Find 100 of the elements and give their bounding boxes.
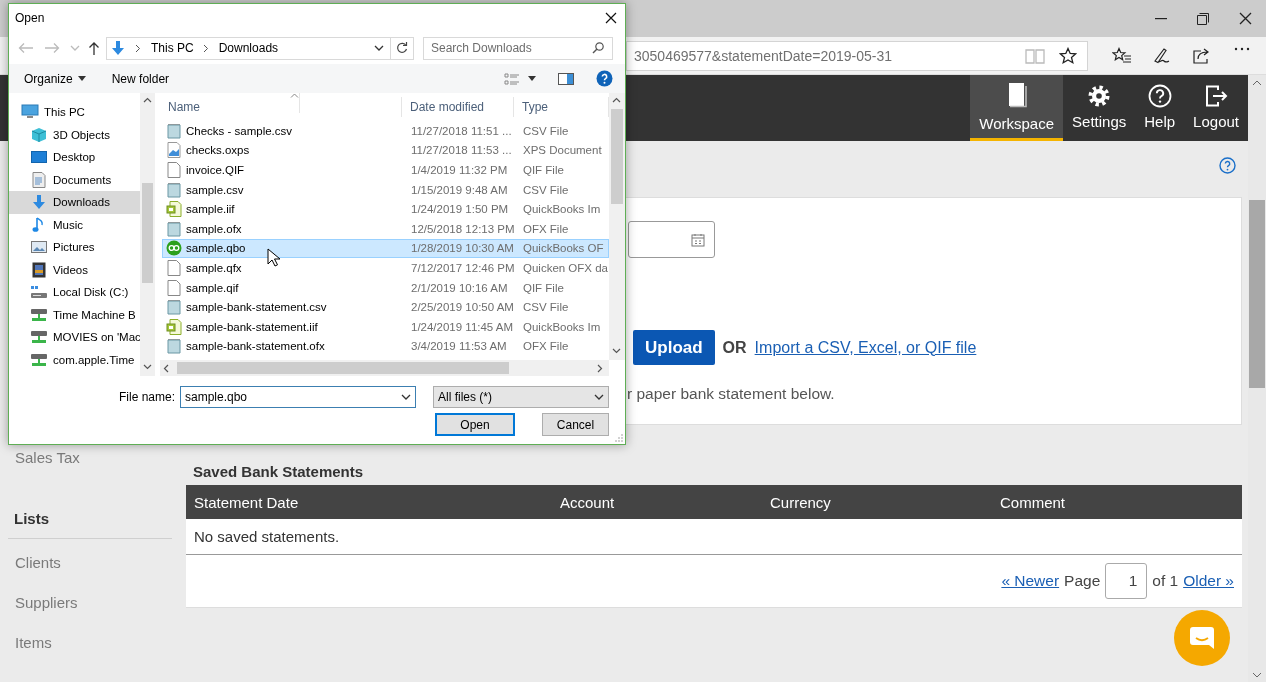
file-row[interactable]: sample.iif 1/24/2019 1:50 PM QuickBooks Im	[162, 199, 609, 219]
dropdown-icon[interactable]	[374, 45, 384, 51]
file-name: sample.csv	[186, 183, 244, 196]
address-bar[interactable]: 3050469577&statementDate=2019-05-31	[626, 40, 1088, 71]
file-name-field[interactable]: sample.qbo	[180, 386, 416, 408]
close-icon[interactable]	[605, 12, 617, 24]
file-row[interactable]: checks.oxps 11/27/2018 11:53 ... XPS Document	[162, 140, 609, 161]
address-bar[interactable]: This PC Downloads	[106, 36, 414, 60]
file-type: QuickBooks Im	[522, 203, 602, 216]
scrollbar[interactable]	[160, 360, 609, 376]
dropdown-icon[interactable]	[594, 394, 604, 400]
page-field[interactable]: 1	[1105, 563, 1148, 599]
minimize-icon[interactable]	[1155, 17, 1167, 20]
pen-icon[interactable]	[1152, 46, 1172, 65]
file-row[interactable]: sample-bank-statement.ofx 3/4/2019 11:53 AM OFX File	[162, 336, 609, 357]
file-type: CSV File	[522, 301, 570, 314]
file-row[interactable]: invoice.QIF 1/4/2019 11:32 PM QIF File	[162, 160, 609, 180]
tree-item[interactable]: com.apple.Time	[9, 348, 141, 371]
scrollbar[interactable]	[140, 93, 155, 376]
scroll-up-icon[interactable]	[1252, 80, 1262, 86]
tree-item[interactable]: MOVIES on 'Mac	[9, 326, 141, 349]
tree-item[interactable]: This PC	[9, 101, 141, 124]
sidebar-item[interactable]: Items	[15, 633, 52, 651]
scroll-down-icon[interactable]	[612, 348, 621, 354]
tree-item[interactable]: Desktop	[9, 146, 141, 169]
tree-item[interactable]: Documents	[9, 168, 141, 191]
search-field[interactable]: Search Downloads	[423, 36, 613, 60]
newer-link[interactable]: « Newer	[1001, 572, 1060, 590]
file-row[interactable]: sample.qfx 7/12/2017 12:46 PM Quicken OFX da	[162, 258, 609, 278]
close-icon[interactable]	[1238, 12, 1252, 25]
scroll-down-icon[interactable]	[143, 364, 153, 370]
sidebar-item[interactable]: Clients	[15, 553, 61, 571]
scroll-thumb[interactable]	[177, 362, 509, 374]
page-label: Page	[1064, 572, 1101, 590]
nav-tab[interactable]: Settings	[1063, 75, 1136, 141]
spreadsheet-file-icon	[165, 201, 183, 218]
calendar-icon[interactable]	[691, 232, 705, 247]
nav-tab[interactable]: Logout	[1184, 75, 1248, 141]
scroll-up-icon[interactable]	[143, 97, 153, 103]
file-row[interactable]: sample.qif 2/1/2019 10:16 AM QIF File	[162, 277, 609, 298]
tree-item[interactable]: Time Machine B	[9, 303, 141, 326]
scroll-thumb[interactable]	[611, 109, 623, 204]
column-header: Currency	[770, 493, 832, 511]
column-header[interactable]: Date modified	[402, 97, 514, 117]
restore-icon[interactable]	[1197, 12, 1209, 25]
scroll-thumb[interactable]	[142, 183, 153, 283]
file-name: sample-bank-statement.iif	[186, 320, 318, 333]
upload-button[interactable]: Upload	[633, 330, 715, 365]
sidebar-item[interactable]: Sales Tax	[15, 448, 80, 466]
favorites-icon[interactable]	[1112, 46, 1132, 65]
breadcrumb[interactable]: This PC	[151, 41, 194, 55]
star-icon[interactable]	[1059, 46, 1077, 65]
tree-item[interactable]: Music	[9, 213, 141, 236]
help-icon[interactable]	[596, 70, 613, 87]
up-arrow-icon[interactable]	[88, 41, 100, 55]
sidebar-item[interactable]: Suppliers	[15, 593, 78, 611]
computer-icon	[21, 104, 39, 121]
file-type: CSV File	[522, 183, 570, 196]
scroll-down-icon[interactable]	[1252, 672, 1262, 678]
column-header[interactable]: Name	[160, 97, 402, 117]
preview-pane-icon[interactable]	[558, 72, 574, 85]
tree-item[interactable]: Local Disk (C:)	[9, 281, 141, 304]
breadcrumb[interactable]: Downloads	[218, 41, 279, 55]
file-row[interactable]: sample.ofx 12/5/2018 12:13 PM OFX File	[162, 218, 609, 239]
dropdown-icon[interactable]	[401, 394, 411, 400]
cancel-button[interactable]: Cancel	[542, 413, 609, 436]
nav-tab[interactable]: Workspace	[970, 75, 1064, 141]
file-name: sample.qif	[186, 281, 239, 294]
file-type: OFX File	[522, 340, 570, 353]
help-icon	[1147, 83, 1172, 108]
scroll-right-icon[interactable]	[597, 364, 603, 373]
older-link[interactable]: Older »	[1183, 572, 1234, 590]
file-row[interactable]: sample-bank-statement.iif 1/24/2019 11:45 AM QuickBooks Im	[162, 316, 609, 337]
file-date: 1/28/2019 10:30 AM	[410, 242, 515, 255]
help-icon[interactable]	[1219, 157, 1236, 175]
search-icon[interactable]	[592, 42, 604, 54]
import-link[interactable]: Import a CSV, Excel, or QIF file	[754, 338, 977, 357]
file-type-dropdown[interactable]: All files (*)	[433, 386, 609, 408]
open-button[interactable]: Open	[435, 413, 515, 436]
date-field[interactable]	[628, 221, 715, 258]
scroll-up-icon[interactable]	[612, 97, 621, 103]
tree-item[interactable]: Downloads	[9, 191, 141, 214]
tree-item[interactable]: Videos	[9, 258, 141, 281]
scroll-left-icon[interactable]	[163, 364, 169, 373]
notepad-icon	[165, 299, 183, 316]
nav-tab[interactable]: Help	[1135, 75, 1185, 141]
file-row[interactable]: sample-bank-statement.csv 2/25/2019 10:50 AM CSV File	[162, 297, 609, 317]
tree-item[interactable]: 3D Objects	[9, 123, 141, 146]
column-header: Account	[560, 493, 616, 511]
resize-grip-icon[interactable]	[615, 434, 623, 442]
file-row[interactable]: sample.qbo 1/28/2019 10:30 AM QuickBooks OF	[162, 238, 609, 259]
dialog-title: Open	[15, 11, 45, 25]
file-row[interactable]: Checks - sample.csv 11/27/2018 11:51 ... CSV File	[162, 121, 609, 141]
file-row[interactable]: sample.csv 1/15/2019 9:48 AM CSV File	[162, 179, 609, 200]
scroll-thumb[interactable]	[1249, 200, 1265, 388]
new-folder-button[interactable]: New folder	[111, 71, 170, 86]
tree-item[interactable]: Pictures	[9, 236, 141, 259]
scrollbar[interactable]	[609, 93, 625, 360]
organize-menu[interactable]: Organize	[24, 71, 86, 86]
instruction-text: r paper bank statement below.	[627, 385, 835, 402]
